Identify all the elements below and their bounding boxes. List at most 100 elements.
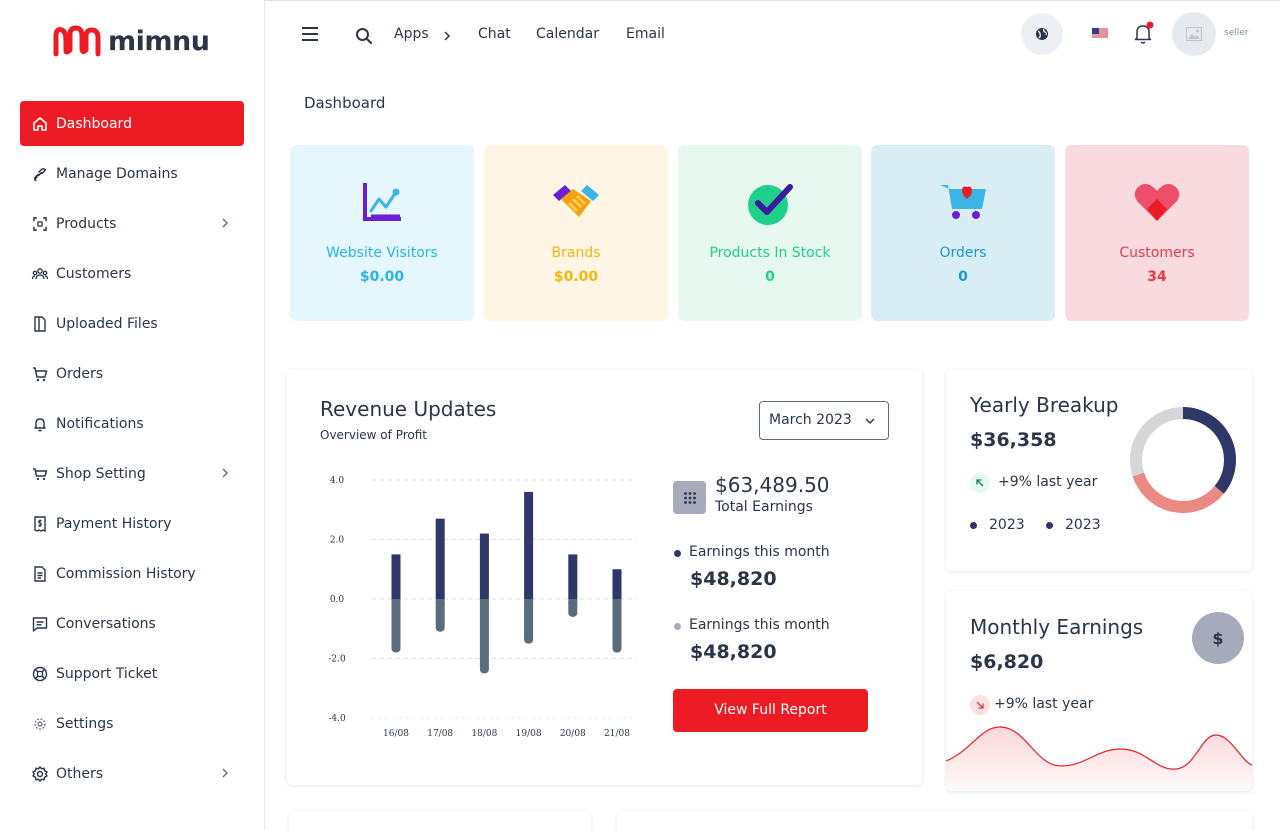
menu-icon[interactable] xyxy=(301,26,319,42)
sidebar-item-payment-history[interactable]: Payment History xyxy=(20,501,244,546)
month-select[interactable]: March 2023 xyxy=(759,401,889,440)
sidebar-item-customers[interactable]: Customers xyxy=(20,251,244,296)
home-icon xyxy=(31,115,49,133)
currency-symbol: $ xyxy=(1212,628,1224,648)
bar-cap xyxy=(568,599,578,604)
sidebar-item-notifications[interactable]: Notifications xyxy=(20,401,244,446)
stat-card-products-in-stock[interactable]: Products In Stock 0 xyxy=(678,145,862,321)
stat-label: Orders xyxy=(939,245,987,261)
notification-bell-icon[interactable] xyxy=(1132,20,1156,46)
monthly-value: $6,820 xyxy=(970,651,1044,673)
us-flag-icon[interactable] xyxy=(1092,28,1108,39)
arrow-up-left-icon xyxy=(970,473,990,493)
stat-card-orders[interactable]: Orders 0 xyxy=(871,145,1055,321)
nav-link-calendar[interactable]: Calendar xyxy=(536,26,599,42)
chevron-right-icon xyxy=(222,218,228,228)
chevron-right-icon xyxy=(444,31,451,41)
stat-card-brands[interactable]: Brands $0.00 xyxy=(484,145,668,321)
language-button[interactable] xyxy=(1021,13,1063,55)
logo[interactable]: mimnu xyxy=(52,24,210,58)
earnings-row-label: Earnings this month xyxy=(689,617,830,633)
sidebar-item-label: Conversations xyxy=(56,615,156,632)
sidebar-item-uploaded-files[interactable]: Uploaded Files xyxy=(20,301,244,346)
legend-item: 2023 xyxy=(970,517,1025,533)
cart-heart-icon xyxy=(940,185,986,219)
donut-segment[interactable] xyxy=(1130,407,1184,477)
page-title: Dashboard xyxy=(304,94,386,112)
sidebar-item-shop-setting[interactable]: Shop Setting xyxy=(20,451,244,496)
stat-card-customers[interactable]: Customers 34 xyxy=(1065,145,1249,321)
heart-icon xyxy=(1134,183,1180,221)
stat-label: Customers xyxy=(1119,245,1195,261)
sidebar-item-label: Shop Setting xyxy=(56,465,146,482)
stat-card-website-visitors[interactable]: Website Visitors $0.00 xyxy=(290,145,474,321)
bar[interactable] xyxy=(391,554,401,599)
bar[interactable] xyxy=(612,569,622,599)
sidebar-item-label: Payment History xyxy=(56,515,172,532)
nav-link-email[interactable]: Email xyxy=(626,26,665,42)
sidebar-item-label: Customers xyxy=(56,265,132,282)
lifebuoy-icon xyxy=(31,665,49,683)
search-icon[interactable] xyxy=(355,27,373,45)
sidebar-item-label: Settings xyxy=(56,715,114,732)
line-chart-icon xyxy=(363,183,401,221)
yearly-pct: +9% last year xyxy=(998,474,1098,490)
globe-icon xyxy=(1036,28,1048,40)
sidebar-item-support-ticket[interactable]: Support Ticket xyxy=(20,651,244,696)
stat-value: 0 xyxy=(958,269,968,285)
settings-icon xyxy=(31,765,49,783)
gear-icon xyxy=(31,715,49,733)
monthly-pct: +9% last year xyxy=(994,696,1094,712)
revenue-card: Revenue Updates Overview of Profit March… xyxy=(287,369,922,785)
bar[interactable] xyxy=(524,599,534,644)
shopping-cart-icon xyxy=(31,465,49,483)
revenue-title: Revenue Updates xyxy=(320,397,497,421)
bar[interactable] xyxy=(391,599,401,653)
view-full-report-button[interactable]: View Full Report xyxy=(673,689,868,732)
sidebar-item-others[interactable]: Others xyxy=(20,751,244,796)
cart-icon xyxy=(31,365,49,383)
x-tick-label: 21/08 xyxy=(604,729,630,739)
sidebar: mimnu Dashboard Manage Domains Products … xyxy=(0,0,265,830)
nav-link-apps[interactable]: Apps xyxy=(394,26,429,42)
sidebar-item-label: Notifications xyxy=(56,415,144,432)
bar[interactable] xyxy=(524,491,534,599)
bar[interactable] xyxy=(435,518,445,599)
logo-text: mimnu xyxy=(108,25,210,57)
stat-value: $0.00 xyxy=(553,269,599,285)
avatar[interactable] xyxy=(1172,12,1216,56)
sidebar-item-dashboard[interactable]: Dashboard xyxy=(20,101,244,146)
link-icon xyxy=(31,165,49,183)
donut-segment[interactable] xyxy=(1182,407,1236,494)
month-select-value: March 2023 xyxy=(769,412,852,428)
x-tick-label: 16/08 xyxy=(383,729,409,739)
x-tick-label: 20/08 xyxy=(560,729,586,739)
legend-label: 2023 xyxy=(989,517,1025,533)
total-earnings-label: Total Earnings xyxy=(715,499,813,515)
chevron-right-icon xyxy=(222,468,228,478)
legend-item: 2023 xyxy=(1046,517,1101,533)
donut-segment[interactable] xyxy=(1132,472,1224,513)
file-icon xyxy=(31,315,49,333)
bar[interactable] xyxy=(612,599,622,653)
sidebar-item-label: Support Ticket xyxy=(56,665,158,682)
sidebar-item-products[interactable]: Products xyxy=(20,201,244,246)
grid-icon xyxy=(673,481,706,514)
sidebar-item-orders[interactable]: Orders xyxy=(20,351,244,396)
bar[interactable] xyxy=(479,599,489,674)
yearly-value: $36,358 xyxy=(970,429,1057,451)
bar[interactable] xyxy=(479,533,489,599)
sidebar-item-manage-domains[interactable]: Manage Domains xyxy=(20,151,244,196)
check-circle-icon xyxy=(748,184,793,225)
sidebar-item-commission-history[interactable]: Commission History xyxy=(20,551,244,596)
bottom-card xyxy=(289,811,591,830)
sidebar-item-conversations[interactable]: Conversations xyxy=(20,601,244,646)
bar[interactable] xyxy=(568,554,578,599)
sidebar-item-settings[interactable]: Settings xyxy=(20,701,244,746)
bar-cap xyxy=(479,599,489,604)
legend-dot xyxy=(674,550,681,557)
bar-cap xyxy=(435,599,445,604)
nav-link-chat[interactable]: Chat xyxy=(478,26,511,42)
user-name[interactable]: seller xyxy=(1224,28,1248,38)
legend-dot xyxy=(674,623,681,630)
